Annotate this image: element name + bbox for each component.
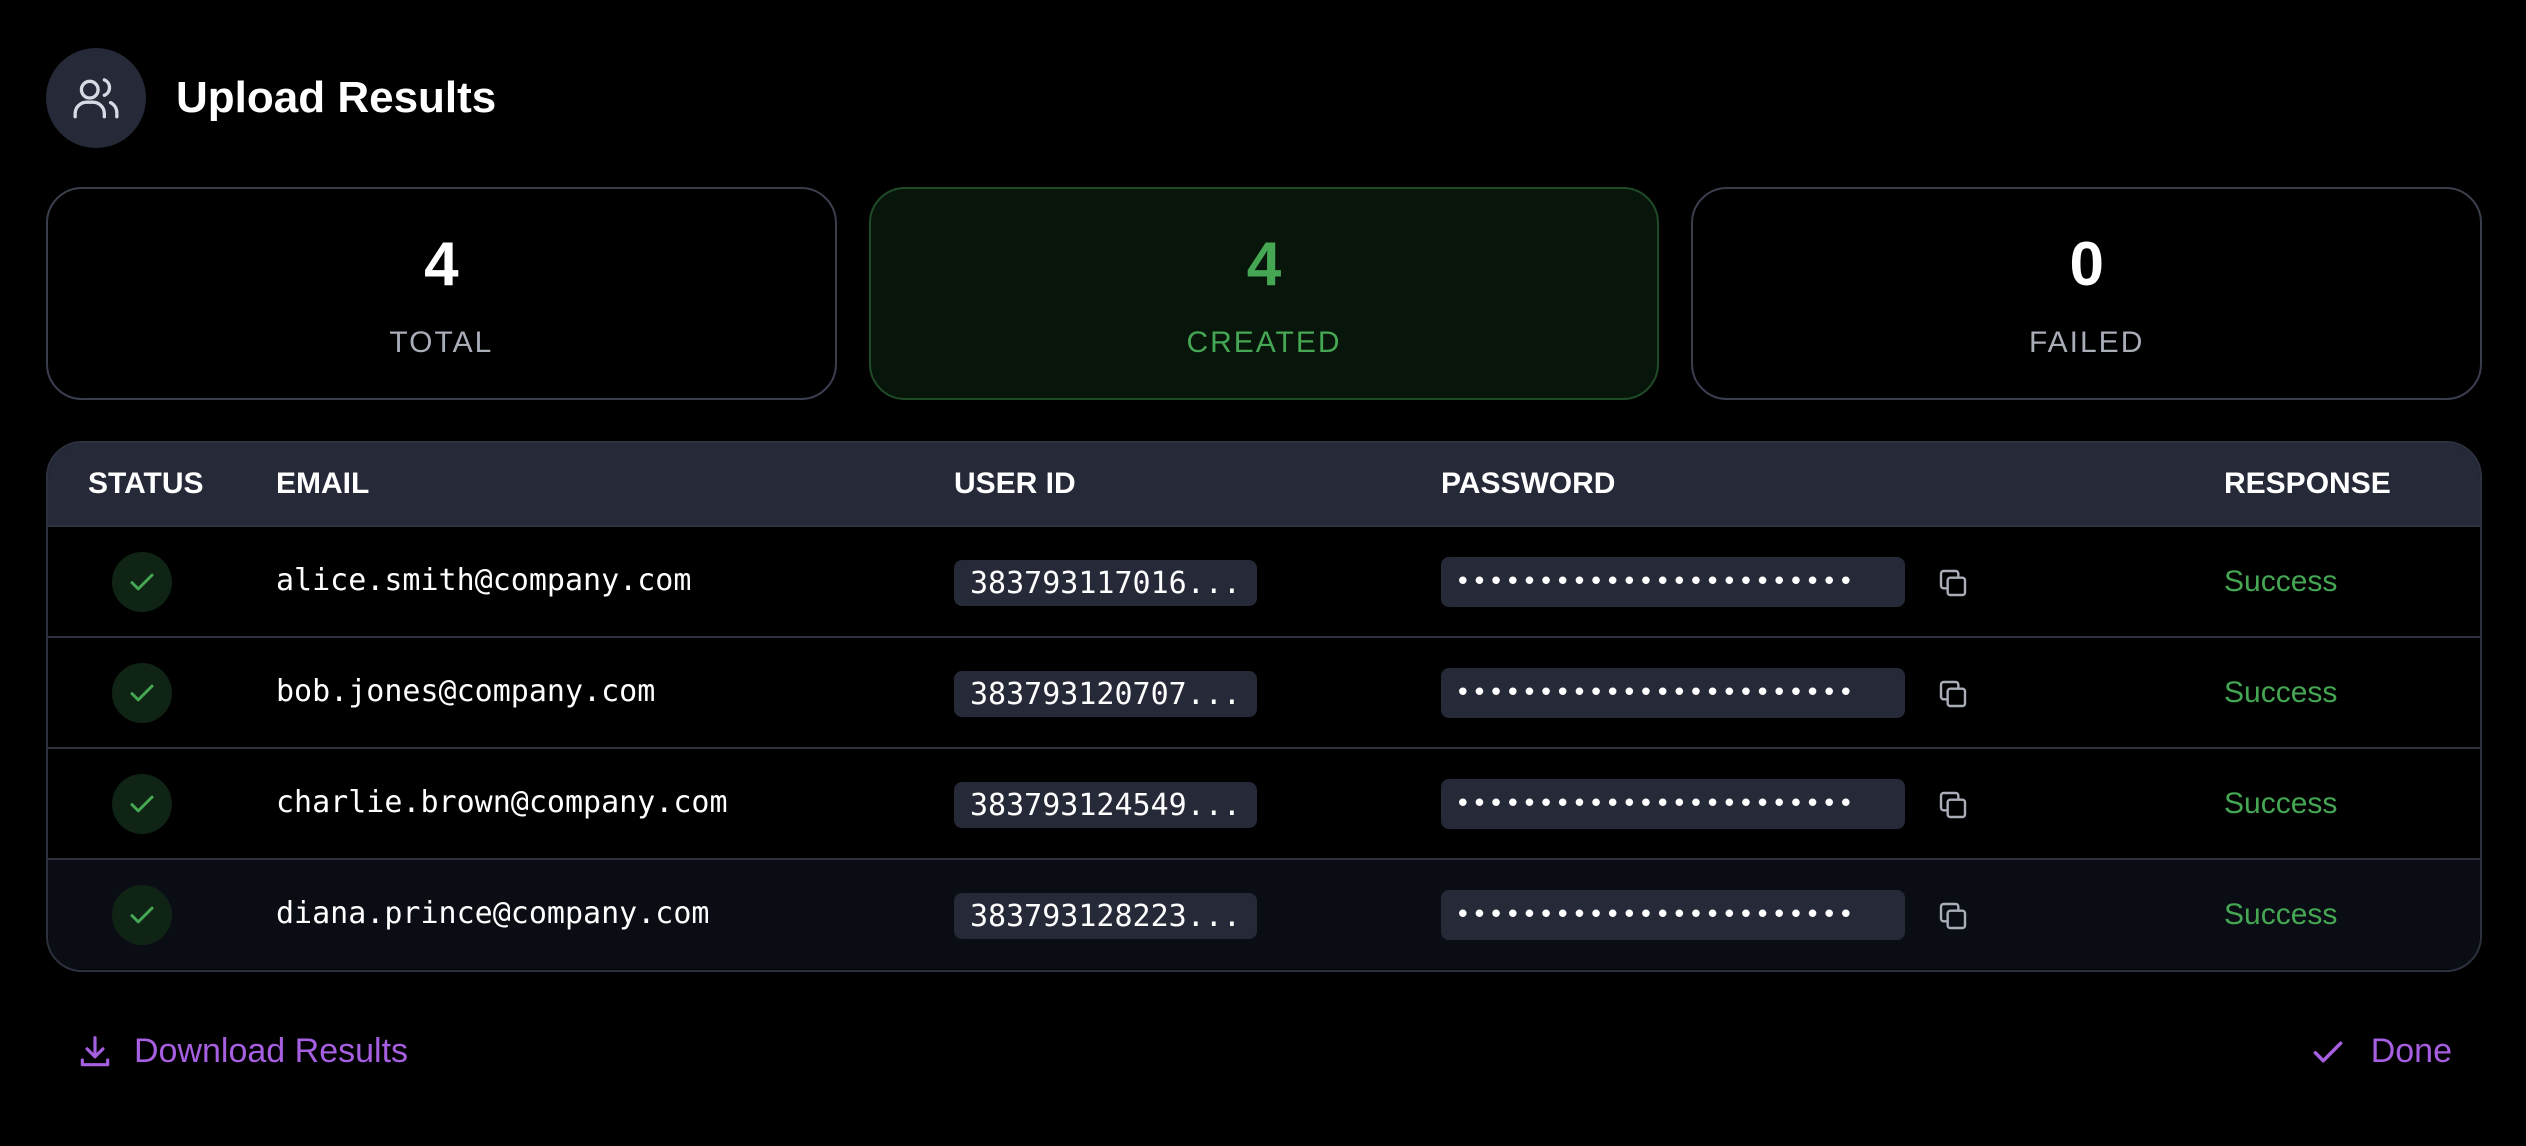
- copy-icon[interactable]: [1933, 785, 1973, 825]
- page-header: Upload Results: [46, 48, 496, 148]
- copy-icon[interactable]: [1933, 563, 1973, 603]
- table-row: diana.prince@company.com 383793128223...…: [48, 858, 2480, 969]
- row-response: Success: [2224, 676, 2338, 709]
- check-icon: [112, 774, 172, 834]
- done-label: Done: [2370, 1032, 2452, 1070]
- row-user-id: 383793128223...: [954, 893, 1257, 939]
- row-user-id: 383793120707...: [954, 671, 1257, 717]
- check-icon: [112, 663, 172, 723]
- row-user-id: 383793117016...: [954, 560, 1257, 606]
- row-response: Success: [2224, 898, 2338, 931]
- row-email: diana.prince@company.com: [276, 896, 710, 931]
- check-icon: [112, 552, 172, 612]
- stat-total-label: TOTAL: [389, 325, 494, 359]
- table-header: STATUS EMAIL USER ID PASSWORD RESPONSE: [48, 443, 2480, 525]
- stat-failed-value: 0: [2069, 229, 2104, 299]
- row-email: charlie.brown@company.com: [276, 785, 728, 820]
- users-icon: [46, 48, 146, 148]
- download-results-button[interactable]: Download Results: [76, 1032, 408, 1071]
- row-user-id: 383793124549...: [954, 782, 1257, 828]
- stat-card-created: 4 CREATED: [868, 187, 1660, 400]
- results-table: STATUS EMAIL USER ID PASSWORD RESPONSE a…: [46, 441, 2482, 972]
- stat-created-label: CREATED: [1186, 325, 1342, 359]
- check-icon: [2313, 1041, 2343, 1062]
- row-password: ••••••••••••••••••••••••: [1441, 779, 1905, 829]
- header-user-id: USER ID: [954, 467, 1076, 500]
- stat-total-value: 4: [424, 229, 459, 299]
- header-email: EMAIL: [276, 467, 370, 500]
- stat-card-total: 4 TOTAL: [46, 187, 837, 400]
- upload-results-page: Upload Results 4 TOTAL 4 CREATED 0 FAILE…: [0, 0, 2526, 1146]
- stat-created-value: 4: [1246, 229, 1282, 299]
- header-password: PASSWORD: [1441, 467, 1616, 500]
- row-password: ••••••••••••••••••••••••: [1441, 668, 1905, 718]
- page-title: Upload Results: [176, 73, 497, 122]
- download-results-label: Download Results: [134, 1032, 409, 1070]
- table-row: alice.smith@company.com 383793117016... …: [48, 525, 2480, 636]
- row-response: Success: [2224, 787, 2338, 820]
- header-status: STATUS: [88, 467, 204, 500]
- row-email: alice.smith@company.com: [276, 563, 692, 598]
- row-email: bob.jones@company.com: [276, 674, 656, 709]
- table-row: charlie.brown@company.com 383793124549..…: [48, 747, 2480, 858]
- table-row: bob.jones@company.com 383793120707... ••…: [48, 636, 2480, 747]
- copy-icon[interactable]: [1933, 896, 1973, 936]
- copy-icon[interactable]: [1933, 674, 1973, 714]
- stats-row: 4 TOTAL 4 CREATED 0 FAILED: [46, 187, 2483, 400]
- row-password: ••••••••••••••••••••••••: [1441, 890, 1905, 940]
- stat-card-failed: 0 FAILED: [1691, 187, 2483, 400]
- header-response: RESPONSE: [2224, 467, 2391, 500]
- check-icon: [112, 885, 172, 945]
- done-button[interactable]: Done: [2309, 1032, 2452, 1071]
- download-icon: [80, 1035, 110, 1066]
- row-response: Success: [2224, 565, 2338, 598]
- stat-failed-label: FAILED: [2028, 325, 2145, 359]
- row-password: ••••••••••••••••••••••••: [1441, 557, 1905, 607]
